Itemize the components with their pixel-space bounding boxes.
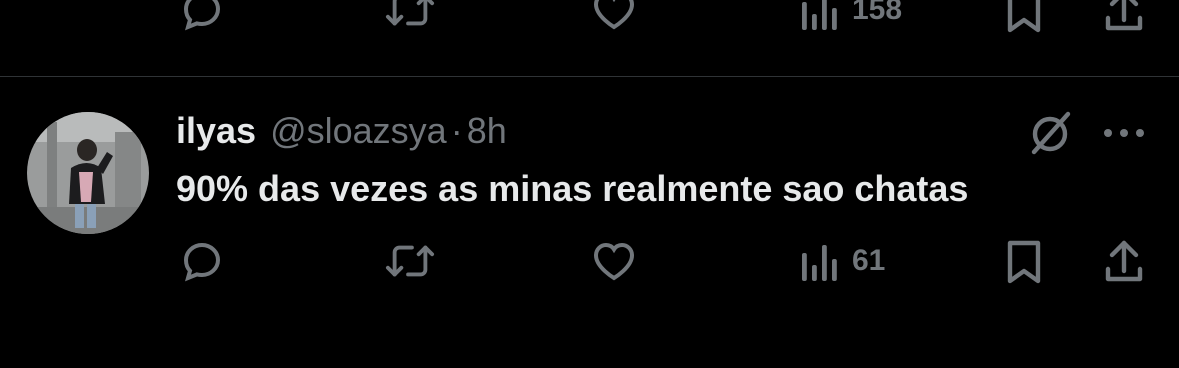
- grok-icon: [1031, 111, 1071, 155]
- retweet-button[interactable]: [385, 0, 435, 34]
- reply-button[interactable]: [178, 0, 226, 34]
- timeline: 158 ilyas @sloazsya · 8h 90% das vezes a…: [0, 0, 1179, 368]
- like-button[interactable]: [590, 237, 638, 285]
- views-count: 61: [852, 244, 886, 277]
- tweet-text: 90% das vezes as minas realmente sao cha…: [176, 168, 969, 209]
- grok-button[interactable]: [1026, 108, 1074, 158]
- author-handle[interactable]: @sloazsya: [270, 108, 447, 154]
- retweet-icon: [385, 0, 435, 26]
- share-icon: [1105, 0, 1143, 31]
- views-count: 158: [852, 0, 903, 26]
- ellipsis-icon: [1104, 129, 1144, 137]
- more-options-button[interactable]: [1100, 121, 1148, 145]
- reply-icon: [183, 0, 221, 31]
- reply-button[interactable]: [178, 237, 226, 285]
- bar-chart-icon: [802, 245, 837, 281]
- share-button[interactable]: [1102, 0, 1146, 34]
- retweet-icon: [385, 245, 435, 277]
- bar-chart-icon: [802, 0, 837, 30]
- views-button[interactable]: 158: [800, 0, 902, 34]
- tweet-header: ilyas @sloazsya · 8h: [176, 108, 507, 154]
- heart-icon: [593, 0, 635, 30]
- bookmark-button[interactable]: [1002, 237, 1046, 285]
- author-name[interactable]: ilyas: [176, 108, 256, 154]
- bookmark-icon: [1007, 240, 1041, 284]
- views-button[interactable]: 61: [800, 237, 885, 285]
- bookmark-icon: [1007, 0, 1041, 33]
- reply-icon: [183, 242, 221, 282]
- share-button[interactable]: [1102, 237, 1146, 285]
- share-icon: [1105, 240, 1143, 282]
- avatar[interactable]: [27, 112, 149, 234]
- tweet-timestamp[interactable]: 8h: [467, 108, 507, 154]
- tweet-divider: [0, 76, 1179, 77]
- retweet-button[interactable]: [385, 237, 435, 285]
- header-separator: ·: [450, 110, 463, 151]
- previous-tweet-action-bar: 158: [0, 0, 1179, 40]
- bookmark-button[interactable]: [1002, 0, 1046, 34]
- heart-icon: [593, 242, 635, 281]
- like-button[interactable]: [590, 0, 638, 34]
